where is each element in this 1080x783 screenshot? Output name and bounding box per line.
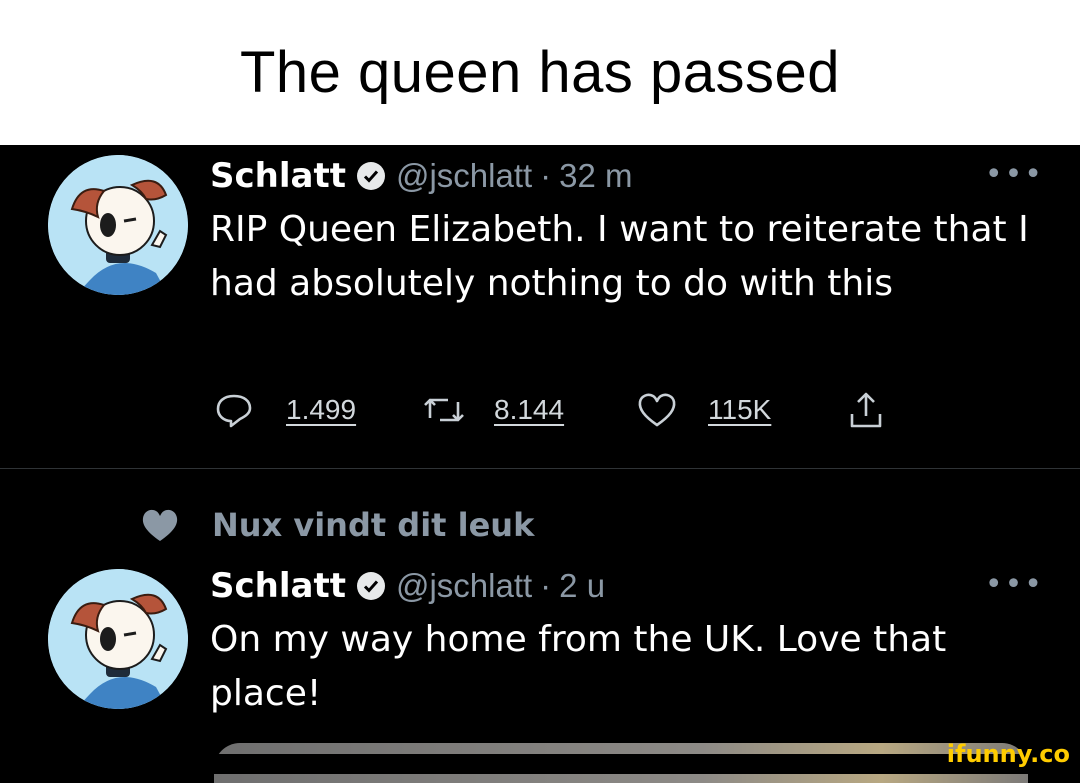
reply-button[interactable]: 1.499: [214, 390, 356, 430]
like-count[interactable]: 115K: [708, 394, 771, 426]
heart-icon: [140, 506, 180, 544]
social-context[interactable]: Nux vindt dit leuk: [140, 505, 534, 545]
timestamp[interactable]: 2 u: [559, 567, 605, 605]
reply-icon: [214, 390, 254, 430]
avatar[interactable]: [48, 569, 188, 709]
retweet-icon: [422, 390, 466, 430]
like-button[interactable]: 115K: [636, 390, 771, 430]
share-icon: [846, 390, 886, 430]
tweet-text: RIP Queen Elizabeth. I want to reiterate…: [210, 209, 1029, 304]
more-icon[interactable]: •••: [985, 157, 1044, 192]
display-name[interactable]: Schlatt: [210, 566, 346, 606]
more-icon[interactable]: •••: [985, 567, 1044, 602]
tweet-timeline: Schlatt @jschlatt · 32 m ••• RIP Queen E…: [0, 145, 1080, 783]
meme-caption: The queen has passed: [0, 0, 1080, 145]
retweet-count[interactable]: 8.144: [494, 394, 564, 426]
separator: ·: [540, 567, 552, 604]
handle[interactable]: @jschlatt: [396, 567, 532, 605]
tweet-header: Schlatt @jschlatt · 32 m: [210, 153, 633, 199]
tweet-divider: [0, 468, 1080, 469]
verified-badge-icon: [356, 571, 386, 601]
reply-count[interactable]: 1.499: [286, 394, 356, 426]
display-name[interactable]: Schlatt: [210, 156, 346, 196]
watermark: ifunny.co: [946, 740, 1070, 768]
verified-badge-icon: [356, 161, 386, 191]
retweet-button[interactable]: 8.144: [422, 390, 564, 430]
tweet-text: On my way home from the UK. Love that pl…: [210, 619, 947, 714]
social-context-label: Nux vindt dit leuk: [212, 506, 535, 544]
like-icon: [636, 390, 678, 430]
bottom-strip: [0, 754, 1080, 774]
share-button[interactable]: [846, 390, 886, 430]
tweet-header: Schlatt @jschlatt · 2 u: [210, 563, 605, 609]
avatar[interactable]: [48, 155, 188, 295]
tweet-actions: 1.499 8.144 115K: [210, 390, 910, 430]
timestamp[interactable]: 32 m: [559, 157, 632, 195]
handle[interactable]: @jschlatt: [396, 157, 532, 195]
separator: ·: [540, 157, 552, 194]
